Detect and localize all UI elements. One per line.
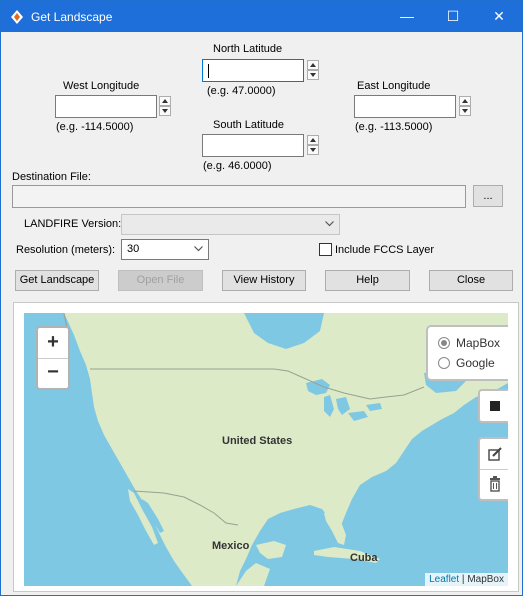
west-longitude-input[interactable] bbox=[55, 95, 157, 118]
west-longitude-label: West Longitude bbox=[63, 80, 140, 92]
rectangle-draw-icon bbox=[490, 401, 500, 411]
chevron-up-icon bbox=[310, 63, 316, 67]
chevron-down-icon bbox=[310, 73, 316, 77]
chevron-down-icon bbox=[310, 148, 316, 152]
east-longitude-input[interactable] bbox=[354, 95, 456, 118]
mapbox-attribution: MapBox bbox=[467, 574, 504, 585]
chevron-up-icon bbox=[310, 138, 316, 142]
map-label-cuba: Cuba bbox=[350, 552, 378, 564]
east-longitude-example: (e.g. -113.5000) bbox=[355, 121, 433, 133]
title-bar[interactable]: Get Landscape — ☐ ✕ bbox=[1, 1, 522, 32]
draw-rectangle-button[interactable] bbox=[478, 389, 508, 423]
chevron-up-icon bbox=[462, 99, 468, 103]
google-radio[interactable] bbox=[438, 357, 450, 369]
get-landscape-window: Get Landscape — ☐ ✕ North Latitude (e.g.… bbox=[0, 0, 523, 596]
east-longitude-label: East Longitude bbox=[357, 80, 431, 92]
north-latitude-spin-down[interactable] bbox=[307, 70, 319, 80]
close-window-button[interactable]: ✕ bbox=[476, 1, 522, 32]
edit-layers-button[interactable] bbox=[480, 439, 508, 470]
west-longitude-spin-down[interactable] bbox=[159, 106, 171, 116]
north-latitude-label: North Latitude bbox=[213, 43, 283, 55]
minimize-button[interactable]: — bbox=[384, 1, 430, 32]
chevron-down-icon bbox=[162, 109, 168, 113]
north-latitude-input[interactable] bbox=[202, 59, 304, 82]
chevron-down-icon bbox=[194, 246, 203, 252]
landfire-version-label: LANDFIRE Version: bbox=[24, 218, 122, 230]
google-label[interactable]: Google bbox=[456, 356, 495, 370]
mapbox-label[interactable]: MapBox bbox=[456, 336, 500, 350]
text-caret bbox=[208, 64, 209, 78]
chevron-down-icon bbox=[462, 109, 468, 113]
south-latitude-spin-down[interactable] bbox=[307, 145, 319, 155]
zoom-out-button[interactable]: − bbox=[38, 358, 68, 388]
east-longitude-spin-up[interactable] bbox=[459, 96, 471, 106]
west-longitude-example: (e.g. -114.5000) bbox=[56, 121, 134, 133]
zoom-control: + − bbox=[36, 326, 70, 390]
help-button[interactable]: Help bbox=[325, 270, 410, 291]
destination-file-input[interactable] bbox=[12, 185, 466, 208]
layer-switcher: MapBox Google bbox=[426, 325, 508, 381]
map-label-united-states: United States bbox=[222, 435, 293, 447]
edit-toolbar bbox=[478, 437, 508, 501]
include-fccs-checkbox[interactable] bbox=[319, 243, 332, 256]
mapbox-radio[interactable] bbox=[438, 337, 450, 349]
resolution-value: 30 bbox=[127, 243, 140, 255]
east-longitude-spin-down[interactable] bbox=[459, 106, 471, 116]
get-landscape-button[interactable]: Get Landscape bbox=[15, 270, 99, 291]
delete-layers-button[interactable] bbox=[480, 470, 508, 499]
leaflet-link[interactable]: Leaflet bbox=[429, 574, 459, 585]
edit-layer-icon bbox=[488, 447, 502, 461]
chevron-up-icon bbox=[162, 99, 168, 103]
view-history-button[interactable]: View History bbox=[222, 270, 306, 291]
south-latitude-example: (e.g. 46.0000) bbox=[203, 160, 272, 172]
chevron-down-icon bbox=[325, 221, 334, 227]
open-file-button[interactable]: Open File bbox=[118, 270, 203, 291]
map-attribution: Leaflet | MapBox bbox=[425, 573, 508, 586]
trash-icon bbox=[490, 476, 500, 492]
landfire-version-select[interactable] bbox=[121, 214, 340, 235]
map-panel: United States Mexico Cuba + − MapBox Goo… bbox=[13, 302, 519, 592]
south-latitude-label: South Latitude bbox=[213, 119, 284, 131]
north-latitude-example: (e.g. 47.0000) bbox=[207, 85, 276, 97]
browse-button[interactable]: ... bbox=[473, 185, 503, 207]
maximize-button[interactable]: ☐ bbox=[430, 1, 476, 32]
west-longitude-spin-up[interactable] bbox=[159, 96, 171, 106]
south-latitude-spin-up[interactable] bbox=[307, 135, 319, 145]
map-label-mexico: Mexico bbox=[212, 540, 250, 552]
south-latitude-input[interactable] bbox=[202, 134, 304, 157]
map-view[interactable]: United States Mexico Cuba + − MapBox Goo… bbox=[24, 313, 508, 586]
destination-file-label: Destination File: bbox=[12, 171, 91, 183]
include-fccs-label: Include FCCS Layer bbox=[335, 244, 435, 256]
north-latitude-spin-up[interactable] bbox=[307, 60, 319, 70]
resolution-select[interactable]: 30 bbox=[121, 239, 209, 260]
app-icon bbox=[11, 10, 23, 24]
zoom-in-button[interactable]: + bbox=[38, 328, 68, 359]
close-button[interactable]: Close bbox=[429, 270, 513, 291]
window-title: Get Landscape bbox=[31, 10, 113, 24]
resolution-label: Resolution (meters): bbox=[16, 244, 116, 256]
